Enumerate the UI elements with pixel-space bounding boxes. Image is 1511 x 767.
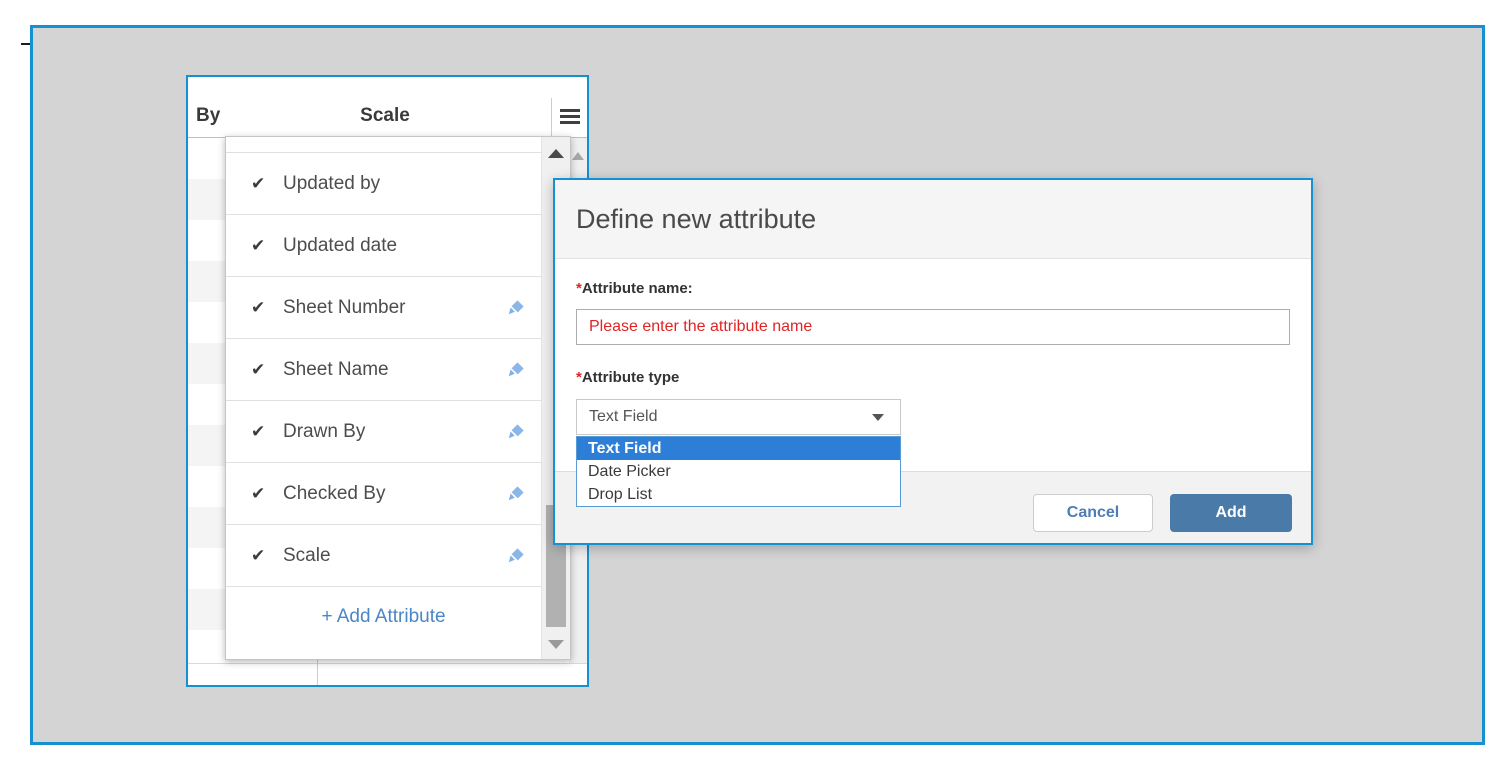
edit-pencil-icon[interactable] xyxy=(507,547,525,565)
dialog-title: Define new attribute xyxy=(576,180,816,259)
edit-pencil-icon[interactable] xyxy=(507,299,525,317)
tick-mark xyxy=(21,43,30,45)
screenshot-page: By Scale ✔ Updated by ✔ xyxy=(0,0,1511,767)
option-drop-list[interactable]: Drop List xyxy=(577,483,900,506)
attribute-type-select[interactable]: Text Field xyxy=(576,399,901,435)
menu-item-sheet-number[interactable]: ✔ Sheet Number xyxy=(226,277,541,339)
type-options-list: Text Field Date Picker Drop List xyxy=(576,436,901,507)
column-menu-list: ✔ Updated by ✔ Updated date ✔ Sheet Numb… xyxy=(226,137,541,659)
edit-pencil-icon[interactable] xyxy=(507,423,525,441)
attribute-type-label: *Attribute type xyxy=(576,369,679,386)
scroll-up-icon[interactable] xyxy=(572,152,584,160)
attribute-name-label: *Attribute name: xyxy=(576,280,693,297)
column-menu: ✔ Updated by ✔ Updated date ✔ Sheet Numb… xyxy=(225,136,571,660)
menu-item-label: Sheet Number xyxy=(283,277,406,339)
scroll-down-icon[interactable] xyxy=(548,640,564,649)
attribute-name-input[interactable] xyxy=(576,309,1290,345)
dialog-header: Define new attribute xyxy=(555,180,1311,259)
menu-item-partial xyxy=(226,137,541,153)
hamburger-icon xyxy=(560,109,580,126)
cancel-button[interactable]: Cancel xyxy=(1033,494,1153,532)
add-button[interactable]: Add xyxy=(1170,494,1292,532)
menu-item-label: Updated date xyxy=(283,215,397,277)
table-row-divider xyxy=(188,663,587,664)
option-text-field[interactable]: Text Field xyxy=(577,437,900,460)
menu-item-label: Drawn By xyxy=(283,401,365,463)
column-header-by: By xyxy=(196,105,220,127)
check-icon: ✔ xyxy=(251,277,265,339)
menu-item-label: Sheet Name xyxy=(283,339,389,401)
check-icon: ✔ xyxy=(251,525,265,587)
column-header-scale: Scale xyxy=(225,105,545,127)
check-icon: ✔ xyxy=(251,339,265,401)
table-header: By Scale xyxy=(188,98,587,138)
menu-item-scale[interactable]: ✔ Scale xyxy=(226,525,541,587)
menu-item-updated-date[interactable]: ✔ Updated date xyxy=(226,215,541,277)
menu-item-drawn-by[interactable]: ✔ Drawn By xyxy=(226,401,541,463)
table-panel: By Scale ✔ Updated by ✔ xyxy=(186,75,589,687)
app-frame: By Scale ✔ Updated by ✔ xyxy=(30,25,1485,745)
menu-item-checked-by[interactable]: ✔ Checked By xyxy=(226,463,541,525)
chevron-down-icon xyxy=(872,414,884,421)
option-date-picker[interactable]: Date Picker xyxy=(577,460,900,483)
menu-item-label: Updated by xyxy=(283,153,380,215)
menu-item-sheet-name[interactable]: ✔ Sheet Name xyxy=(226,339,541,401)
check-icon: ✔ xyxy=(251,463,265,525)
table-column-divider xyxy=(317,658,318,685)
add-attribute-link[interactable]: + Add Attribute xyxy=(226,587,541,647)
check-icon: ✔ xyxy=(251,153,265,215)
edit-pencil-icon[interactable] xyxy=(507,361,525,379)
menu-item-updated-by[interactable]: ✔ Updated by xyxy=(226,153,541,215)
column-menu-button[interactable] xyxy=(551,98,587,137)
menu-item-label: Scale xyxy=(283,525,331,587)
check-icon: ✔ xyxy=(251,401,265,463)
define-attribute-dialog: Define new attribute *Attribute name: *A… xyxy=(553,178,1313,545)
menu-item-label: Checked By xyxy=(283,463,385,525)
scroll-up-icon[interactable] xyxy=(548,149,564,158)
check-icon: ✔ xyxy=(251,215,265,277)
select-value: Text Field xyxy=(589,400,657,434)
edit-pencil-icon[interactable] xyxy=(507,485,525,503)
